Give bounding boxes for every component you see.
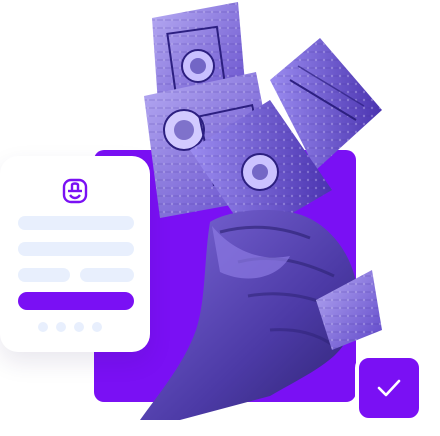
illustration-stage — [0, 0, 440, 436]
placeholder-line-short — [18, 268, 70, 282]
pagination-dot[interactable] — [92, 322, 102, 332]
pagination-dot[interactable] — [38, 322, 48, 332]
money-hand-photo — [140, 2, 382, 420]
placeholder-line-short — [80, 268, 134, 282]
primary-action-button[interactable] — [18, 292, 134, 310]
check-badge — [355, 354, 423, 422]
ui-mock-card — [0, 156, 150, 352]
stacked-coins-logo-icon — [60, 176, 90, 206]
hand-fist — [140, 209, 382, 420]
pagination-dot[interactable] — [74, 322, 84, 332]
pagination-dot[interactable] — [56, 322, 66, 332]
placeholder-line — [18, 216, 134, 230]
checkmark-icon — [377, 379, 401, 397]
pagination-dots — [38, 322, 102, 332]
placeholder-line — [18, 242, 134, 256]
